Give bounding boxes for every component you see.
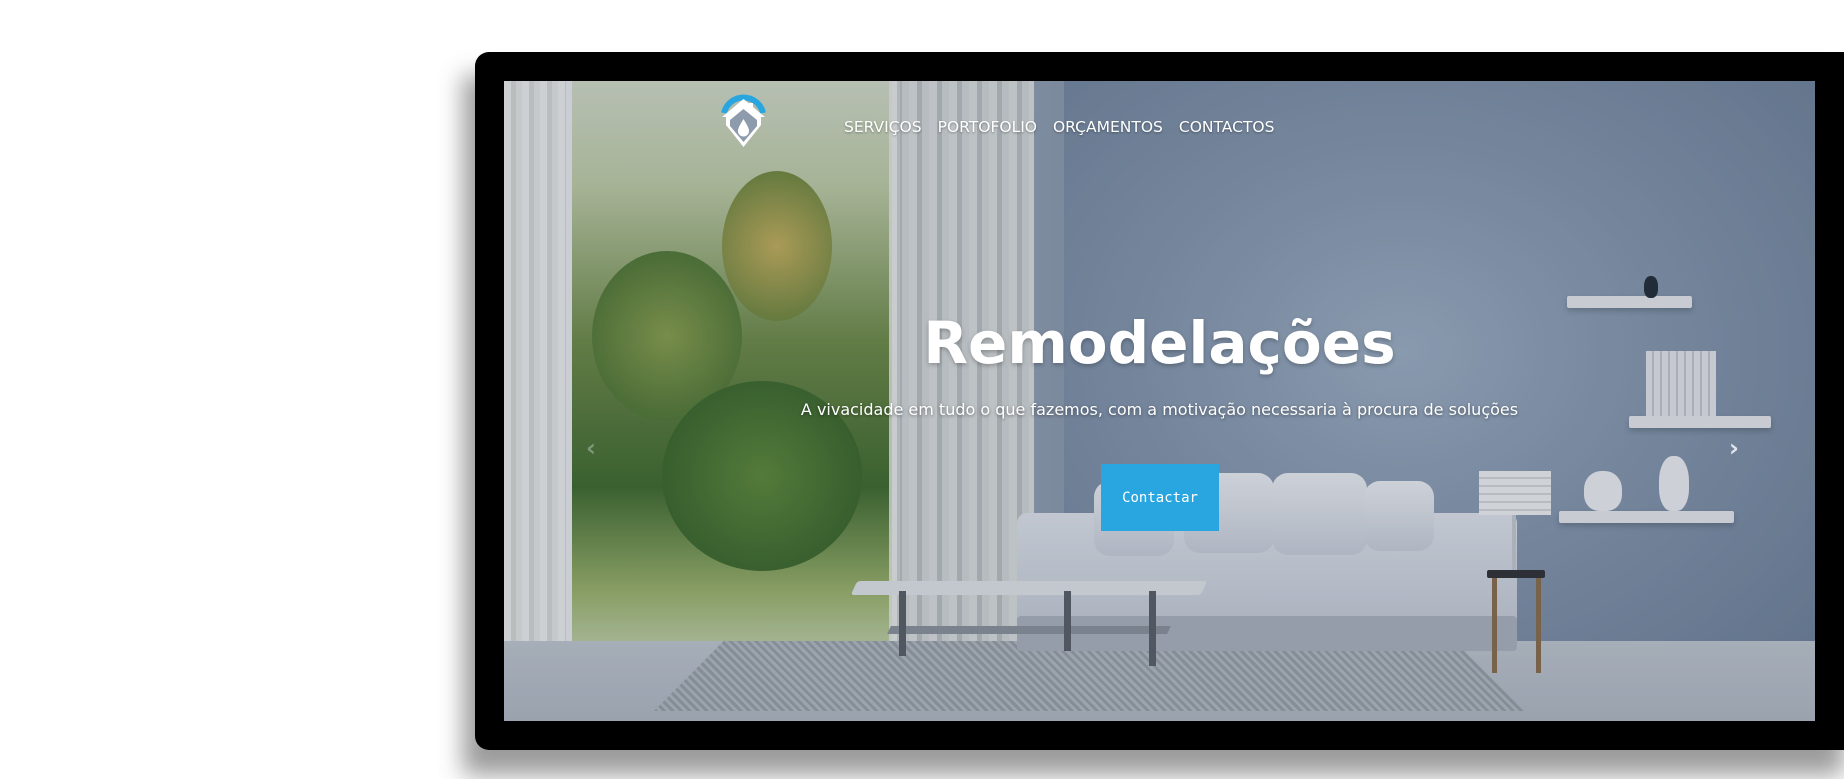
chevron-right-icon[interactable]: › — [1719, 433, 1749, 463]
nav-item-contactos[interactable]: CONTACTOS — [1179, 118, 1275, 136]
chevron-left-icon[interactable]: ‹ — [576, 433, 606, 463]
hero-subtitle: A vivacidade em tudo o que fazemos, com … — [800, 400, 1519, 419]
website-screen: SERVIÇOS PORTOFOLIO ORÇAMENTOS CONTACTOS… — [504, 81, 1815, 721]
nav-item-servicos[interactable]: SERVIÇOS — [844, 118, 922, 136]
house-drop-logo-icon[interactable] — [716, 87, 771, 151]
contactar-button[interactable]: Contactar — [1101, 464, 1219, 531]
hero-title: Remodelações — [923, 309, 1396, 377]
nav-item-orcamentos[interactable]: ORÇAMENTOS — [1053, 118, 1163, 136]
nav-item-portofolio[interactable]: PORTOFOLIO — [938, 118, 1037, 136]
main-nav: SERVIÇOS PORTOFOLIO ORÇAMENTOS CONTACTOS — [844, 118, 1274, 136]
